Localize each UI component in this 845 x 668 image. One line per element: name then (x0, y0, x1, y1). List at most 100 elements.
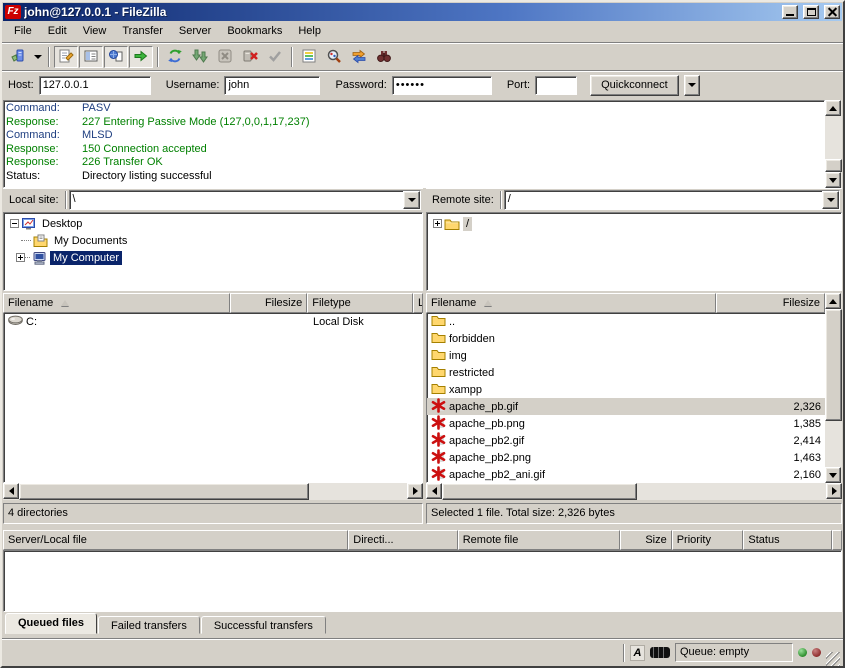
scroll-left-button[interactable] (3, 483, 19, 499)
tree-item-desktop[interactable]: Desktop (4, 215, 422, 232)
tree-item-label: My Documents (51, 234, 130, 248)
column-header-lastmodified[interactable]: L (413, 293, 423, 313)
expand-icon[interactable] (433, 219, 442, 228)
scroll-thumb[interactable] (825, 309, 842, 421)
refresh-button[interactable] (163, 46, 187, 68)
scroll-left-button[interactable] (426, 483, 442, 499)
column-header-filetype[interactable]: Filetype (307, 293, 413, 313)
file-row[interactable]: restricted (427, 364, 825, 381)
scroll-thumb[interactable] (442, 483, 637, 500)
directory-filters-button[interactable] (297, 46, 321, 68)
scroll-down-button[interactable] (825, 467, 841, 483)
tree-item-root[interactable]: / (427, 215, 841, 232)
column-header-filename[interactable]: Filename (426, 293, 716, 313)
file-row[interactable]: .. (427, 313, 825, 330)
sort-ascending-icon (61, 300, 69, 306)
scroll-up-button[interactable] (825, 293, 841, 309)
toggle-remote-tree-button[interactable] (104, 46, 128, 68)
remote-file-list[interactable]: .. forbidden img restricted (426, 313, 825, 483)
scroll-thumb[interactable] (825, 159, 842, 172)
scroll-right-button[interactable] (826, 483, 842, 499)
host-input[interactable] (39, 76, 151, 95)
column-header-status[interactable]: Status (743, 530, 832, 550)
file-row[interactable]: apache_pb2.png 1,463 (427, 449, 825, 466)
column-header-filename[interactable]: Filename (3, 293, 230, 313)
file-row-selected[interactable]: apache_pb.gif 2,326 (427, 398, 825, 415)
column-header-filesize[interactable]: Filesize (230, 293, 307, 313)
remote-hscrollbar[interactable] (426, 483, 842, 500)
file-row[interactable]: img (427, 347, 825, 364)
toggle-log-view-button[interactable] (54, 46, 78, 68)
process-queue-button[interactable] (188, 46, 212, 68)
column-header-server-local-file[interactable]: Server/Local file (3, 530, 348, 550)
queue-header: Server/Local file Directi... Remote file… (3, 530, 842, 550)
column-header-size[interactable]: Size (620, 530, 672, 550)
local-site-dropdown[interactable] (403, 191, 420, 209)
menu-edit[interactable]: Edit (40, 23, 75, 39)
tab-failed-transfers[interactable]: Failed transfers (98, 616, 200, 634)
disconnect-button[interactable] (238, 46, 262, 68)
file-size: 2,414 (793, 435, 821, 447)
username-input[interactable] (224, 76, 320, 95)
speed-limits-icon[interactable] (650, 647, 670, 658)
port-input[interactable] (535, 76, 577, 95)
tree-item-my-documents[interactable]: My Documents (4, 232, 422, 249)
quickconnect-dropdown[interactable] (684, 75, 700, 96)
close-button[interactable] (824, 5, 840, 19)
password-input[interactable] (392, 76, 492, 95)
file-name: apache_pb2.png (449, 452, 531, 464)
column-header-priority[interactable]: Priority (672, 530, 744, 550)
menu-help[interactable]: Help (290, 23, 329, 39)
toggle-queue-view-button[interactable] (129, 46, 153, 68)
remote-site-combo[interactable]: / (504, 190, 840, 210)
menu-view[interactable]: View (75, 23, 115, 39)
menu-bookmarks[interactable]: Bookmarks (219, 23, 290, 39)
minimize-button[interactable] (782, 5, 798, 19)
file-row[interactable]: forbidden (427, 330, 825, 347)
remote-site-dropdown[interactable] (822, 191, 839, 209)
local-tree[interactable]: Desktop My Documents My Computer (3, 212, 423, 291)
expand-icon[interactable] (16, 253, 25, 262)
synchronized-browsing-button[interactable] (347, 46, 371, 68)
cancel-button[interactable] (213, 46, 237, 68)
tree-item-my-computer[interactable]: My Computer (4, 249, 422, 266)
remote-vscrollbar[interactable] (825, 293, 842, 483)
column-header-remote-file[interactable]: Remote file (458, 530, 620, 550)
message-log[interactable]: Command:PASV Response:227 Entering Passi… (3, 100, 825, 188)
file-row[interactable]: apache_pb2.gif 2,414 (427, 432, 825, 449)
data-type-ascii-icon[interactable]: A (630, 645, 645, 661)
toggle-local-tree-button[interactable] (79, 46, 103, 68)
scroll-up-button[interactable] (825, 100, 841, 116)
file-row[interactable]: apache_pb.png 1,385 (427, 415, 825, 432)
menu-transfer[interactable]: Transfer (114, 23, 171, 39)
my-documents-icon (33, 234, 48, 247)
menu-file[interactable]: File (6, 23, 40, 39)
local-file-list[interactable]: C: Local Disk (3, 313, 423, 483)
resize-grip[interactable] (826, 652, 840, 666)
find-files-button[interactable] (372, 46, 396, 68)
title-bar[interactable]: Fz john@127.0.0.1 - FileZilla (3, 3, 842, 21)
compare-directories-button[interactable] (322, 46, 346, 68)
transfer-queue-list[interactable] (3, 550, 842, 612)
quickconnect-button[interactable]: Quickconnect (590, 75, 679, 96)
scroll-right-button[interactable] (407, 483, 423, 499)
file-row[interactable]: xampp (427, 381, 825, 398)
menu-server[interactable]: Server (171, 23, 219, 39)
local-hscrollbar[interactable] (3, 483, 423, 500)
collapse-icon[interactable] (10, 219, 19, 228)
column-header-direction[interactable]: Directi... (348, 530, 457, 550)
column-header-filesize[interactable]: Filesize (716, 293, 825, 313)
tab-queued-files[interactable]: Queued files (5, 613, 97, 634)
log-scrollbar[interactable] (825, 100, 842, 188)
remote-tree[interactable]: / (426, 212, 842, 291)
maximize-button[interactable] (803, 5, 819, 19)
site-manager-dropdown[interactable] (31, 46, 44, 68)
scroll-thumb[interactable] (19, 483, 309, 500)
tab-successful-transfers[interactable]: Successful transfers (201, 616, 326, 634)
file-row[interactable]: apache_pb2_ani.gif 2,160 (427, 466, 825, 483)
site-manager-button[interactable] (6, 46, 30, 68)
file-row-c-drive[interactable]: C: Local Disk (4, 313, 422, 330)
scroll-down-button[interactable] (825, 172, 841, 188)
reconnect-button[interactable] (263, 46, 287, 68)
local-site-combo[interactable]: \ (69, 190, 421, 210)
